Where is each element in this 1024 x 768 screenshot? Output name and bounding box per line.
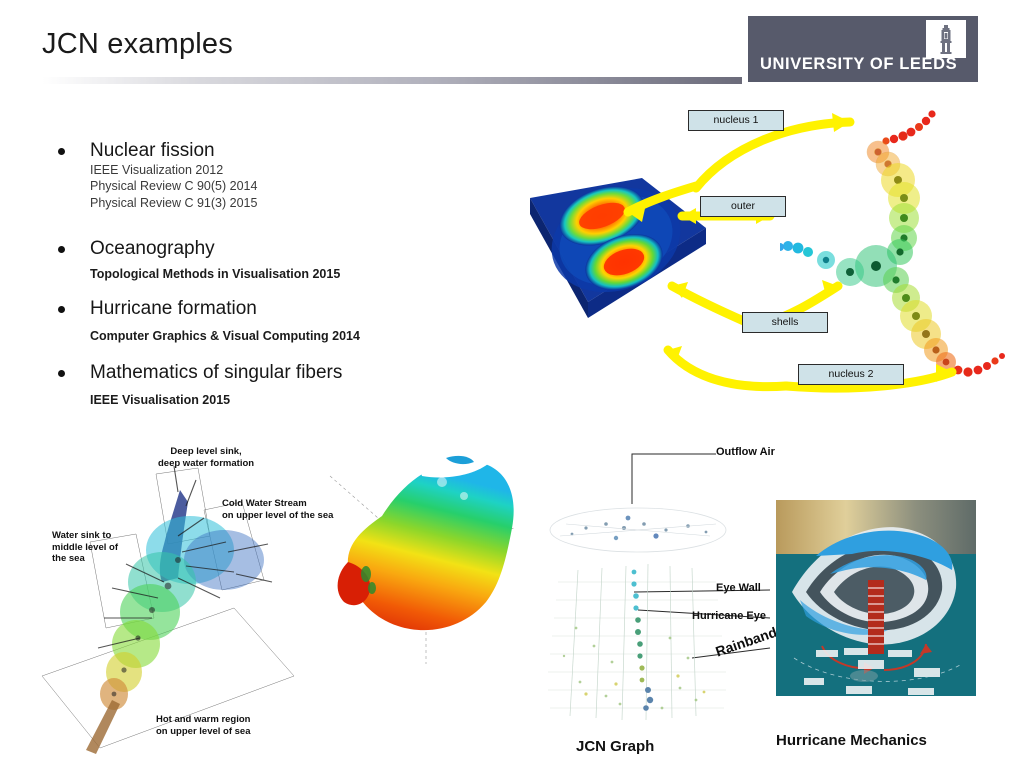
leeds-tower-icon xyxy=(926,20,966,58)
bullet-heading: Nuclear fission xyxy=(90,140,215,161)
callout-nucleus-2[interactable]: nucleus 2 xyxy=(798,364,904,385)
annotation-line: middle level of xyxy=(52,541,118,553)
bullet-subline: IEEE Visualization 2012 xyxy=(90,162,224,177)
bullet-subline: Physical Review C 90(5) 2014 xyxy=(90,179,258,194)
caption-jcn-graph: JCN Graph xyxy=(576,738,655,755)
annotation-line: Water sink to xyxy=(52,530,112,541)
bullet-marker xyxy=(58,370,65,377)
annotation-deep-level-sink: Deep level sink, deep water formation xyxy=(158,446,254,469)
annotation-line: on upper level of sea xyxy=(156,725,251,737)
callout-nucleus-1[interactable]: nucleus 1 xyxy=(688,110,784,131)
callout-shells[interactable]: shells xyxy=(742,312,828,333)
slide-canvas: JCN examples UNIVERSITY OF LEEDS Nuclear… xyxy=(0,0,1024,768)
hurricane-mechanics-figure: Hurricane Mechanics xyxy=(760,432,1024,768)
label-eye-wall: Eye Wall xyxy=(716,582,761,594)
annotation-line: on upper level of the sea xyxy=(222,509,334,521)
annotation-cold-water-stream: Cold Water Stream on upper level of the … xyxy=(222,498,333,521)
university-logo: UNIVERSITY OF LEEDS xyxy=(748,16,978,82)
page-title: JCN examples xyxy=(42,28,233,60)
annotation-line: deep water formation xyxy=(158,457,255,469)
oceanography-surface-figure xyxy=(322,452,522,672)
bullet-heading: Mathematics of singular fibers xyxy=(90,362,343,383)
bullet-item-hurricane-formation: Hurricane formation Computer Graphics & … xyxy=(58,298,360,344)
bullet-subline: Topological Methods in Visualisation 201… xyxy=(90,266,341,281)
fission-volume-rendering xyxy=(524,170,712,320)
bullet-marker xyxy=(58,246,65,253)
bullet-subline: IEEE Visualisation 2015 xyxy=(90,392,231,407)
annotation-hot-warm-region: Hot and warm region on upper level of se… xyxy=(156,714,251,737)
annotation-line: Deep level sink, xyxy=(170,446,242,457)
bullet-subline: Physical Review C 91(3) 2015 xyxy=(90,195,258,210)
bullet-marker xyxy=(58,306,65,313)
bullet-heading: Hurricane formation xyxy=(90,298,257,319)
annotation-water-sink: Water sink to middle level of the sea xyxy=(52,530,118,565)
annotation-line: the sea xyxy=(52,553,85,565)
annotation-line: Hot and warm region xyxy=(156,714,251,725)
bullet-subline: Computer Graphics & Visual Computing 201… xyxy=(90,328,360,343)
callout-outer[interactable]: outer xyxy=(700,196,786,217)
nuclear-fission-figure: nucleus 1 outer shells nucleus 2 xyxy=(500,100,1024,420)
bullet-item-singular-fibers: Mathematics of singular fibers IEEE Visu… xyxy=(58,362,342,408)
bullet-heading: Oceanography xyxy=(90,238,215,259)
label-hurricane-eye: Hurricane Eye xyxy=(692,610,766,622)
oceanography-mesh-figure: Deep level sink, deep water formation Co… xyxy=(28,432,358,768)
title-divider xyxy=(42,77,742,84)
bullet-item-nuclear-fission: Nuclear fission IEEE Visualization 2012 … xyxy=(58,140,257,211)
jcn-graph-figure: Outflow Air Eye Wall Hurricane Eye Rainb… xyxy=(520,432,780,768)
bullet-marker xyxy=(58,148,65,155)
caption-hurricane-mechanics: Hurricane Mechanics xyxy=(776,732,927,749)
annotation-line: Cold Water Stream xyxy=(222,498,307,509)
bullet-item-oceanography: Oceanography Topological Methods in Visu… xyxy=(58,238,340,282)
